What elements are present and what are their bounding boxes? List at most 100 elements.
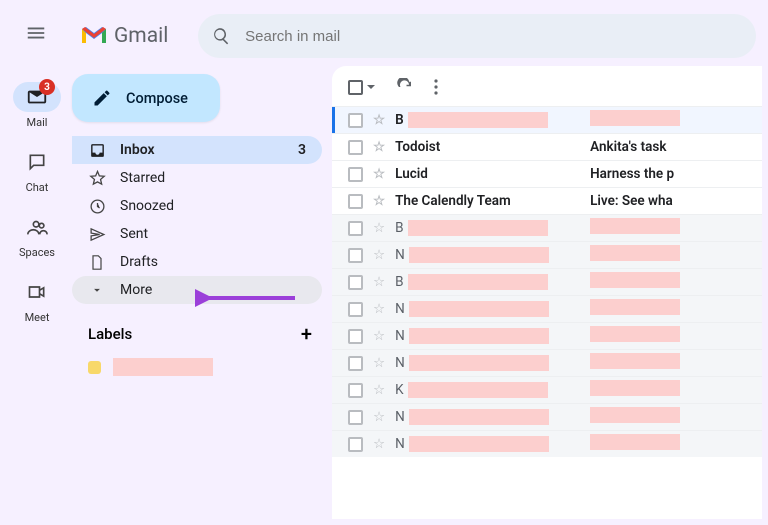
select-all-checkbox[interactable] — [348, 80, 363, 95]
mail-row[interactable]: ☆ N — [332, 241, 762, 268]
redacted — [590, 380, 680, 396]
refresh-icon[interactable] — [396, 78, 414, 96]
rail-meet-label: Meet — [25, 311, 50, 324]
star-icon[interactable]: ☆ — [373, 436, 385, 452]
row-checkbox[interactable] — [348, 383, 363, 398]
mail-row[interactable]: ☆ N — [332, 349, 762, 376]
redacted — [409, 436, 549, 452]
row-checkbox[interactable] — [348, 167, 363, 182]
sender: Todoist — [395, 139, 440, 155]
row-checkbox[interactable] — [348, 140, 363, 155]
sender: B — [395, 112, 404, 128]
redacted — [408, 274, 548, 290]
star-icon[interactable]: ☆ — [373, 139, 385, 155]
mail-row[interactable]: ☆ N — [332, 430, 762, 457]
redacted — [590, 407, 680, 423]
sender: N — [395, 247, 405, 263]
gmail-logo[interactable]: Gmail — [80, 24, 168, 48]
row-checkbox[interactable] — [348, 410, 363, 425]
search-bar[interactable] — [198, 14, 756, 58]
subject: Harness the p — [590, 166, 674, 182]
file-icon — [88, 254, 106, 271]
sender: N — [395, 301, 405, 317]
sender: B — [395, 220, 403, 236]
row-checkbox[interactable] — [348, 329, 363, 344]
star-icon[interactable]: ☆ — [373, 382, 385, 398]
compose-label: Compose — [126, 90, 188, 107]
star-icon[interactable]: ☆ — [373, 274, 385, 290]
mail-row[interactable]: ☆ B — [332, 106, 762, 133]
row-checkbox[interactable] — [348, 221, 363, 236]
redacted — [409, 247, 549, 263]
chevron-icon — [88, 283, 106, 297]
star-icon[interactable]: ☆ — [373, 112, 385, 128]
star-icon[interactable]: ☆ — [373, 166, 385, 182]
compose-button[interactable]: Compose — [72, 74, 220, 122]
row-checkbox[interactable] — [348, 302, 363, 317]
mail-row[interactable]: ☆ N — [332, 295, 762, 322]
nav-more[interactable]: More — [72, 276, 322, 304]
redacted — [408, 112, 548, 128]
star-icon[interactable]: ☆ — [373, 301, 385, 317]
star-icon[interactable]: ☆ — [373, 247, 385, 263]
search-input[interactable] — [245, 28, 742, 45]
redacted — [590, 434, 680, 450]
nav-drafts[interactable]: Drafts — [72, 248, 322, 276]
nav-count: 3 — [298, 142, 314, 158]
label-color-swatch — [88, 361, 101, 374]
redacted — [590, 272, 680, 288]
row-checkbox[interactable] — [348, 113, 363, 128]
row-checkbox[interactable] — [348, 194, 363, 209]
mail-row[interactable]: ☆ Todoist Ankita's task — [332, 133, 762, 160]
subject: Live: See wha — [590, 193, 673, 209]
redacted — [590, 110, 680, 126]
star-icon[interactable]: ☆ — [373, 220, 385, 236]
mail-row[interactable]: ☆ Lucid Harness the p — [332, 160, 762, 187]
inbox-icon — [88, 142, 106, 159]
nav-snoozed[interactable]: Snoozed — [72, 192, 322, 220]
row-checkbox[interactable] — [348, 437, 363, 452]
row-checkbox[interactable] — [348, 248, 363, 263]
star-icon[interactable]: ☆ — [373, 409, 385, 425]
redacted — [409, 301, 549, 317]
rail-spaces[interactable]: Spaces — [13, 212, 61, 259]
mail-row[interactable]: ☆ B — [332, 214, 762, 241]
meet-icon — [13, 277, 61, 307]
nav-label: Starred — [120, 170, 165, 186]
search-icon — [212, 26, 231, 46]
rail-chat[interactable]: Chat — [13, 147, 61, 194]
select-all[interactable] — [348, 80, 376, 95]
mail-row[interactable]: ☆ B — [332, 268, 762, 295]
redacted — [408, 220, 548, 236]
add-label-button[interactable]: + — [301, 322, 312, 346]
more-icon[interactable] — [434, 79, 438, 95]
mail-row[interactable]: ☆ N — [332, 403, 762, 430]
nav-starred[interactable]: Starred — [72, 164, 322, 192]
header: Gmail — [68, 6, 762, 66]
dropdown-icon[interactable] — [366, 82, 376, 92]
redacted — [408, 382, 548, 398]
redacted — [590, 326, 680, 342]
star-icon[interactable]: ☆ — [373, 328, 385, 344]
nav-inbox[interactable]: Inbox 3 — [72, 136, 322, 164]
chat-icon — [13, 147, 61, 177]
star-icon[interactable]: ☆ — [373, 193, 385, 209]
sender: N — [395, 409, 405, 425]
row-checkbox[interactable] — [348, 356, 363, 371]
mail-row[interactable]: ☆ The Calendly Team Live: See wha — [332, 187, 762, 214]
menu-icon[interactable] — [25, 22, 49, 46]
star-icon[interactable]: ☆ — [373, 355, 385, 371]
label-name-redacted — [113, 358, 213, 376]
sender: N — [395, 328, 405, 344]
redacted — [409, 328, 549, 344]
subject: Ankita's task — [590, 139, 666, 155]
label-item[interactable] — [72, 352, 322, 382]
mail-row[interactable]: ☆ K — [332, 376, 762, 403]
mail-row[interactable]: ☆ N — [332, 322, 762, 349]
nav-sent[interactable]: Sent — [72, 220, 322, 248]
rail-meet[interactable]: Meet — [13, 277, 61, 324]
gmail-logo-text: Gmail — [114, 24, 168, 48]
rail-mail[interactable]: 3 Mail — [13, 82, 61, 129]
row-checkbox[interactable] — [348, 275, 363, 290]
sender: The Calendly Team — [395, 193, 511, 209]
